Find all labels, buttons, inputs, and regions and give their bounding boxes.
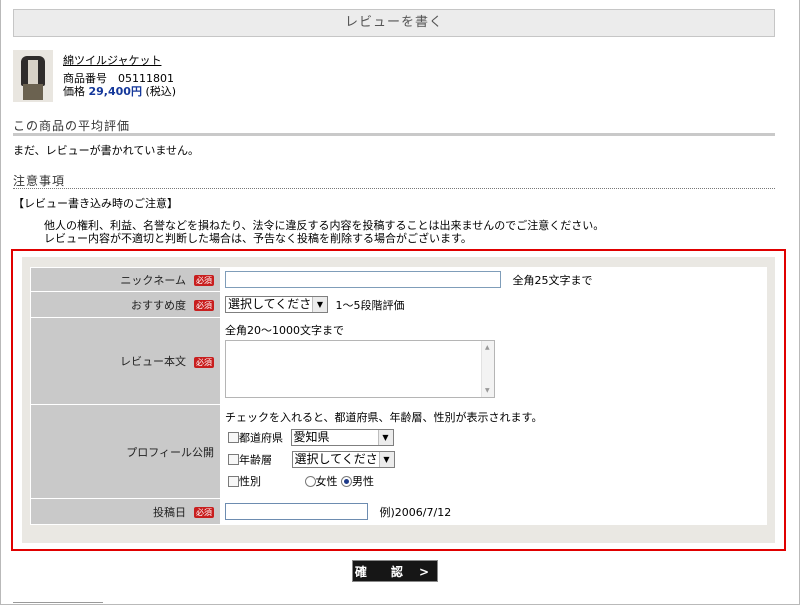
required-badge: 必須 bbox=[194, 356, 214, 368]
body-label: レビュー本文 必須 bbox=[30, 317, 221, 405]
required-badge: 必須 bbox=[194, 275, 214, 286]
no-review-text: まだ、レビューが書かれていません。 bbox=[13, 144, 200, 157]
male-label: 男性 bbox=[352, 475, 374, 488]
recommend-hint: 1～5段階評価 bbox=[335, 298, 405, 312]
body-row: レビュー本文 必須 全角20～1000文字まで ▲ ▼ bbox=[30, 317, 767, 405]
product-name-link[interactable]: 綿ツイルジャケット bbox=[63, 52, 213, 68]
nickname-label: ニックネーム 必須 bbox=[30, 267, 221, 292]
review-body-textarea[interactable]: ▲ ▼ bbox=[225, 340, 495, 398]
gender-checkbox[interactable] bbox=[228, 475, 239, 487]
bottom-divider bbox=[13, 602, 103, 607]
age-checkbox[interactable] bbox=[228, 454, 239, 465]
female-label: 女性 bbox=[315, 475, 338, 488]
chevron-down-icon[interactable]: ▼ bbox=[378, 452, 394, 467]
required-badge: 必須 bbox=[194, 300, 214, 311]
scroll-up-icon[interactable]: ▲ bbox=[485, 344, 490, 351]
review-form: ニックネーム 必須 全角25文字まで おすすめ度 必須 選択してください ▼ 1～5… bbox=[11, 249, 786, 551]
chevron-down-icon[interactable]: ▼ bbox=[312, 297, 327, 312]
notice-heading: 注意事項 bbox=[13, 172, 775, 189]
scroll-down-icon[interactable]: ▼ bbox=[485, 387, 490, 394]
page-title: レビューを書く bbox=[13, 9, 775, 37]
nickname-hint: 全角25文字まで bbox=[512, 273, 593, 287]
female-radio[interactable] bbox=[304, 475, 316, 487]
date-label: 投稿日 必須 bbox=[30, 498, 221, 525]
age-option: 年齢層 選択してください ▼ bbox=[225, 451, 766, 473]
age-select[interactable]: 選択してください ▼ bbox=[291, 451, 395, 468]
review-form-panel: ニックネーム 必須 全角25文字まで おすすめ度 必須 選択してください ▼ 1～5… bbox=[22, 257, 775, 543]
prefecture-checkbox[interactable] bbox=[228, 432, 239, 443]
recommend-select[interactable]: 選択してください ▼ bbox=[225, 296, 328, 313]
average-rating-heading: この商品の平均評価 bbox=[13, 117, 775, 136]
chevron-down-icon[interactable]: ▼ bbox=[377, 430, 393, 445]
profile-label: プロフィール公開 bbox=[30, 404, 221, 499]
price-value: 29,400円 bbox=[88, 85, 142, 98]
gender-option: 性別 女性 男性 bbox=[225, 473, 766, 495]
notice-line: 他人の権利、利益、名誉などを損ねたり、法令に違反する内容を投稿することは出来ませ… bbox=[44, 219, 605, 232]
textarea-scrollbar[interactable]: ▲ ▼ bbox=[481, 341, 494, 397]
date-row: 投稿日 必須 例)2006/7/12 bbox=[30, 498, 767, 525]
review-form-table: ニックネーム 必須 全角25文字まで おすすめ度 必須 選択してください ▼ 1～5… bbox=[30, 267, 767, 525]
notice-subheading: 【レビュー書き込み時のご注意】 bbox=[13, 197, 178, 210]
product-thumbnail[interactable] bbox=[13, 50, 53, 102]
body-hint: 全角20～1000文字まで bbox=[225, 324, 344, 337]
recommend-label: おすすめ度 必須 bbox=[30, 291, 221, 318]
nickname-input[interactable] bbox=[225, 271, 501, 288]
date-hint: 例)2006/7/12 bbox=[379, 505, 452, 519]
date-input[interactable] bbox=[225, 503, 368, 520]
profile-row: プロフィール公開 チェックを入れると、都道府県、年齢層、性別が表示されます。 都… bbox=[30, 404, 767, 499]
price-tax: (税込) bbox=[145, 85, 177, 98]
product-price: 価格 29,400円 (税込) bbox=[63, 83, 176, 99]
nickname-row: ニックネーム 必須 全角25文字まで bbox=[30, 267, 767, 292]
price-label: 価格 bbox=[63, 85, 85, 98]
recommend-row: おすすめ度 必須 選択してください ▼ 1～5段階評価 bbox=[30, 291, 767, 318]
notice-body: 他人の権利、利益、名誉などを損ねたり、法令に違反する内容を投稿することは出来ませ… bbox=[44, 219, 604, 245]
notice-line: レビュー内容が不適切と判断した場合は、予告なく投稿を削除する場合がございます。 bbox=[44, 232, 472, 245]
required-badge: 必須 bbox=[194, 507, 214, 518]
prefecture-option: 都道府県 愛知県 ▼ bbox=[225, 429, 766, 451]
male-radio[interactable] bbox=[341, 475, 352, 487]
prefecture-select[interactable]: 愛知県 ▼ bbox=[290, 429, 394, 446]
confirm-button[interactable]: 確 認 > bbox=[352, 560, 438, 582]
profile-note: チェックを入れると、都道府県、年齢層、性別が表示されます。 bbox=[225, 411, 543, 424]
